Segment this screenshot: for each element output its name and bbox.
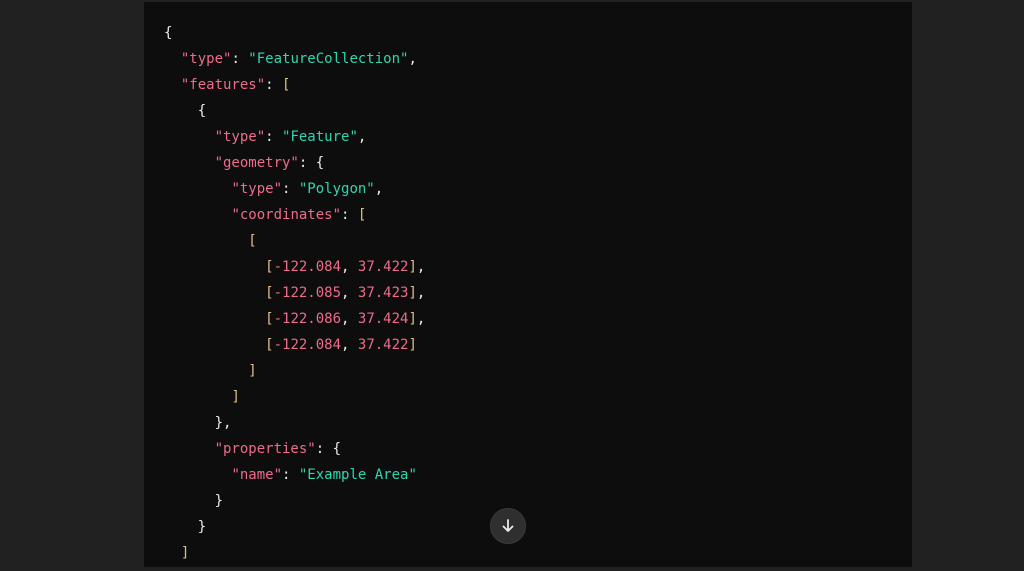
code-line: ] (164, 358, 425, 384)
json-punctuation: } (164, 493, 224, 509)
json-punctuation: , (341, 259, 358, 275)
json-number: 37.423 (357, 285, 409, 301)
code-line: { (164, 98, 425, 124)
code-line: { (164, 20, 425, 46)
json-key: "features" (180, 77, 266, 93)
json-punctuation: , (408, 51, 417, 67)
json-punctuation (164, 467, 231, 483)
json-bracket: ] (231, 389, 240, 405)
json-punctuation: , (341, 311, 358, 327)
json-string: "Example Area" (298, 467, 417, 483)
json-punctuation (164, 181, 231, 197)
json-key: "geometry" (214, 155, 299, 171)
json-number: -122.084 (273, 259, 342, 275)
json-number: 37.422 (357, 259, 409, 275)
json-punctuation: : (282, 467, 299, 483)
json-key: "properties" (214, 441, 316, 457)
json-punctuation (164, 155, 215, 171)
code-line: [-122.086, 37.424], (164, 306, 425, 332)
json-punctuation: : (282, 181, 299, 197)
json-punctuation: , (416, 285, 426, 301)
code-line: [-122.085, 37.423], (164, 280, 425, 306)
json-punctuation: }, (164, 415, 232, 431)
json-punctuation (164, 259, 265, 275)
json-bracket: [ (282, 77, 291, 93)
json-punctuation: , (416, 259, 426, 275)
code-line: "type": "Polygon", (164, 176, 425, 202)
json-punctuation (164, 441, 215, 457)
json-punctuation (164, 389, 231, 405)
json-punctuation: : (265, 77, 283, 93)
json-number: -122.085 (273, 285, 342, 301)
json-bracket: ] (408, 259, 417, 275)
json-punctuation: } (164, 519, 207, 535)
json-punctuation: { (164, 25, 173, 41)
json-key: "name" (231, 467, 283, 483)
code-line: } (164, 488, 425, 514)
json-punctuation (164, 77, 181, 93)
json-bracket: ] (408, 311, 417, 327)
json-string: "Polygon" (298, 181, 375, 197)
code-line: "coordinates": [ (164, 202, 425, 228)
json-bracket: [ (248, 233, 257, 249)
json-bracket: ] (180, 545, 190, 561)
json-punctuation (164, 129, 215, 145)
code-block: { "type": "FeatureCollection", "features… (144, 2, 912, 567)
code-line: "type": "Feature", (164, 124, 425, 150)
json-punctuation (164, 337, 265, 353)
json-punctuation: , (416, 311, 426, 327)
json-punctuation: : (265, 129, 283, 145)
json-key: "type" (214, 129, 266, 145)
code-line: "geometry": { (164, 150, 425, 176)
code-line: ] (164, 384, 425, 410)
json-punctuation: : { (315, 441, 342, 457)
code-line: ] (164, 540, 425, 566)
scroll-to-bottom-button[interactable] (490, 508, 526, 544)
json-bracket: [ (265, 285, 274, 301)
code-line: "type": "FeatureCollection", (164, 46, 425, 72)
json-bracket: [ (265, 311, 274, 327)
json-key: "coordinates" (231, 207, 342, 223)
code-line: [ (164, 228, 425, 254)
json-number: -122.084 (273, 337, 342, 353)
json-punctuation (164, 207, 231, 223)
json-key: "type" (180, 51, 232, 67)
code-line: } (164, 514, 425, 540)
json-punctuation: , (357, 129, 367, 145)
code-line: "properties": { (164, 436, 425, 462)
json-punctuation (164, 311, 265, 327)
json-punctuation: , (341, 285, 358, 301)
json-punctuation: , (341, 337, 358, 353)
json-bracket: ] (408, 285, 417, 301)
json-string: "Feature" (282, 129, 358, 145)
code-line: "name": "Example Area" (164, 462, 425, 488)
json-punctuation (164, 545, 181, 561)
json-punctuation (164, 233, 248, 249)
arrow-down-icon (500, 518, 516, 534)
json-number: 37.424 (357, 311, 409, 327)
json-punctuation: : { (298, 155, 325, 171)
json-string: "FeatureCollection" (248, 51, 409, 67)
code-line: [-122.084, 37.422], (164, 254, 425, 280)
json-punctuation (164, 285, 265, 301)
json-punctuation (164, 51, 181, 67)
json-punctuation: : (341, 207, 358, 223)
code-content: { "type": "FeatureCollection", "features… (164, 20, 425, 566)
json-bracket: [ (265, 259, 274, 275)
json-bracket: [ (357, 207, 367, 223)
json-bracket: ] (248, 363, 257, 379)
json-number: -122.086 (273, 311, 342, 327)
json-number: 37.422 (357, 337, 409, 353)
code-line: "features": [ (164, 72, 425, 98)
json-bracket: [ (265, 337, 274, 353)
json-punctuation: , (374, 181, 384, 197)
json-punctuation: : (231, 51, 249, 67)
json-key: "type" (231, 181, 283, 197)
json-punctuation (164, 363, 248, 379)
code-line: }, (164, 410, 425, 436)
json-punctuation: { (164, 103, 207, 119)
json-bracket: ] (408, 337, 417, 353)
code-line: [-122.084, 37.422] (164, 332, 425, 358)
